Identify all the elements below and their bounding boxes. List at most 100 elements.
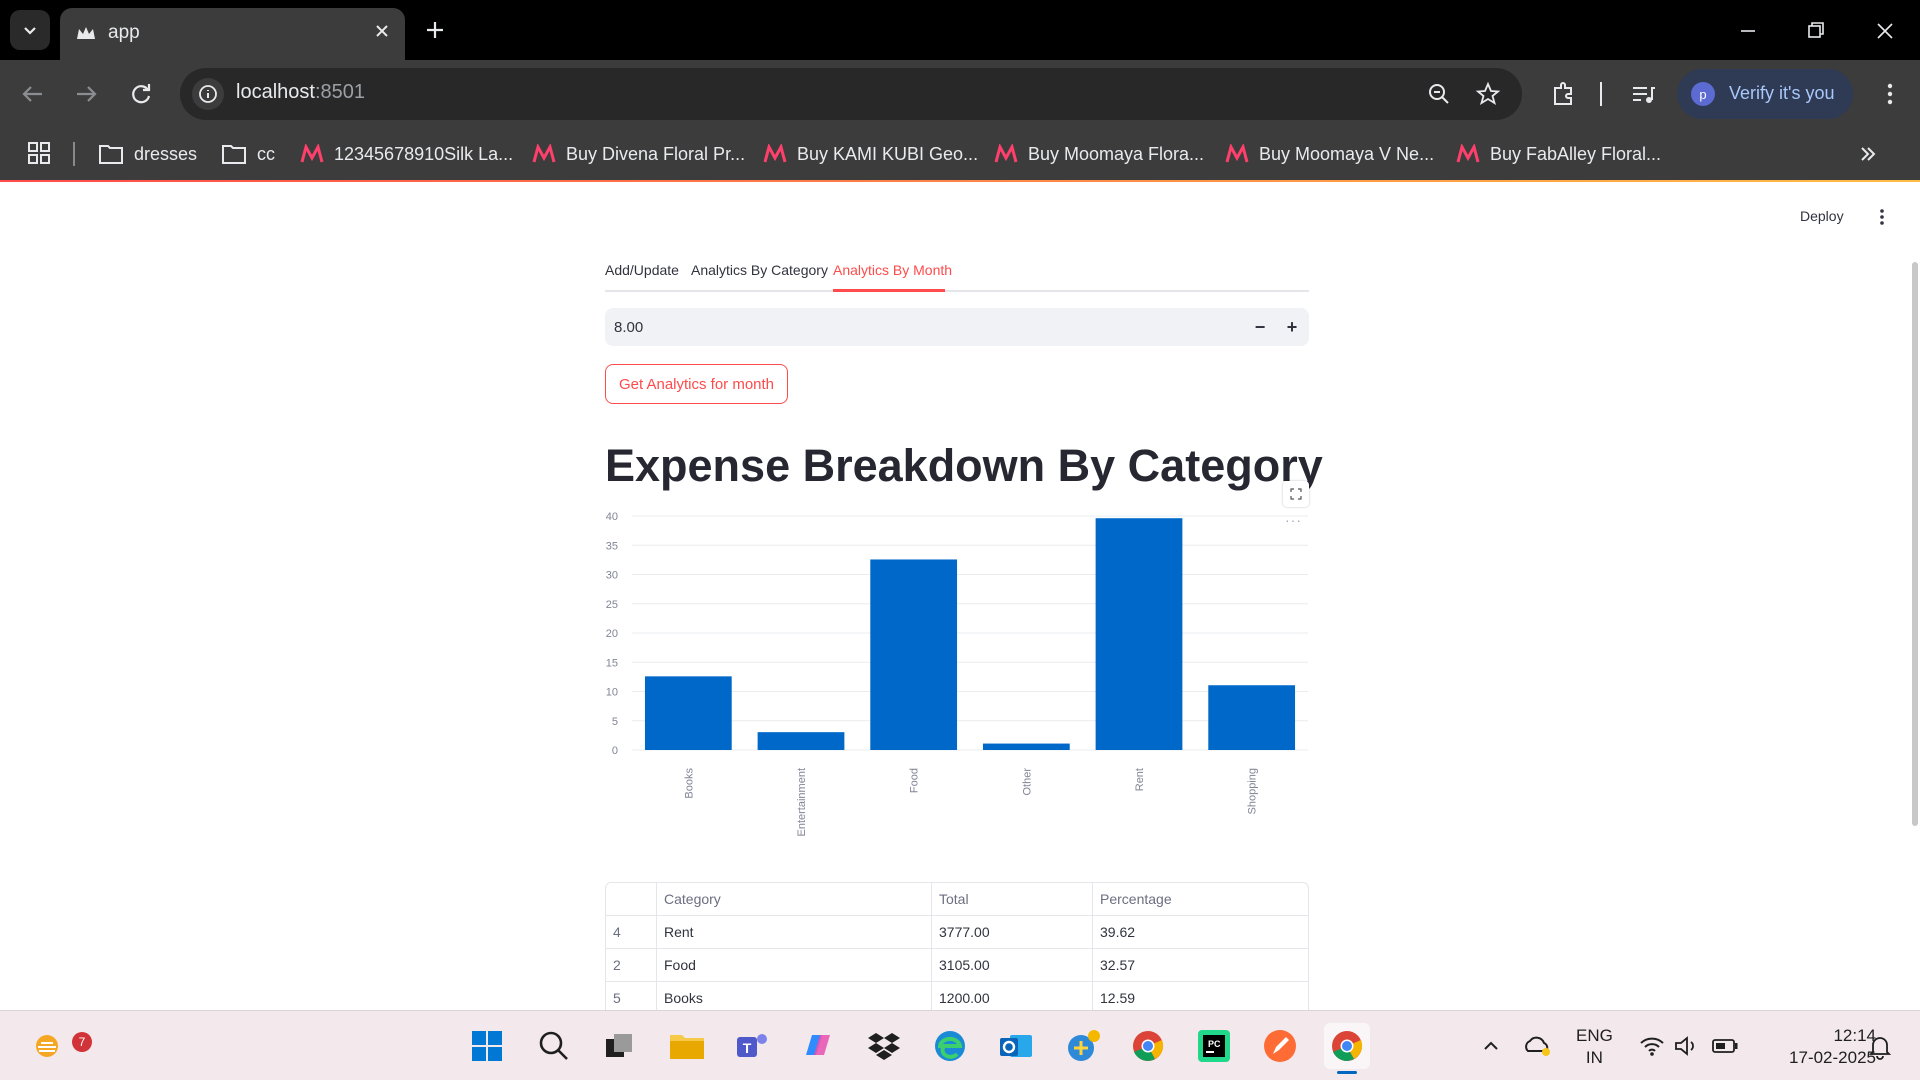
file-explorer-button[interactable] xyxy=(664,1023,710,1069)
bookmark-item[interactable]: Buy KAMI KUBI Geo... xyxy=(763,140,978,168)
bar-rent[interactable] xyxy=(1095,518,1183,750)
month-input-value[interactable]: 8.00 xyxy=(614,319,643,336)
reload-icon[interactable] xyxy=(124,77,158,111)
svg-text:PC: PC xyxy=(1208,1039,1221,1049)
table-header-category[interactable]: Category xyxy=(657,883,932,916)
tab-analytics-by-category[interactable]: Analytics By Category xyxy=(691,262,828,278)
window-close-icon[interactable] xyxy=(1868,14,1902,48)
bookmark-item[interactable]: 12345678910Silk La... xyxy=(300,140,513,168)
table-cell-index[interactable]: 2 xyxy=(606,949,657,982)
bar-shopping[interactable] xyxy=(1208,685,1296,750)
page-title: Expense Breakdown By Category xyxy=(605,440,1323,491)
bar-other[interactable] xyxy=(982,743,1070,750)
minimize-icon[interactable] xyxy=(1731,14,1765,48)
pen-icon xyxy=(1264,1030,1296,1062)
notifications-icon[interactable] xyxy=(1866,1033,1894,1061)
bookmark-star-icon[interactable] xyxy=(1474,80,1502,108)
app-menu-icon[interactable] xyxy=(1872,206,1892,228)
tab-analytics-by-month[interactable]: Analytics By Month xyxy=(833,262,952,278)
wifi-icon[interactable] xyxy=(1638,1033,1666,1059)
drawing-app-button[interactable] xyxy=(1257,1023,1303,1069)
bookmark-label: Buy Moomaya Flora... xyxy=(1028,143,1205,164)
chrome-button[interactable] xyxy=(1125,1023,1171,1069)
language-indicator[interactable]: ENG IN xyxy=(1576,1025,1613,1069)
extensions-icon[interactable] xyxy=(1547,78,1579,110)
edge-button[interactable] xyxy=(927,1023,973,1069)
teams-button[interactable]: T xyxy=(729,1023,775,1069)
table-cell-index[interactable]: 4 xyxy=(606,916,657,949)
table-cell-category[interactable]: Food xyxy=(657,949,932,982)
outlook-button[interactable] xyxy=(993,1023,1039,1069)
tab-add-update[interactable]: Add/Update xyxy=(605,262,679,278)
fullscreen-icon xyxy=(1290,488,1302,500)
chrome-icon xyxy=(1332,1031,1363,1061)
table-cell-total[interactable]: 3777.00 xyxy=(932,916,1093,949)
restore-icon[interactable] xyxy=(1799,14,1833,48)
back-icon[interactable] xyxy=(16,77,50,111)
bookmark-item[interactable]: Buy Moomaya Flora... xyxy=(994,140,1204,168)
tab-search-button[interactable] xyxy=(10,10,50,50)
table-cell-percentage[interactable]: 32.57 xyxy=(1093,949,1308,982)
deploy-button[interactable]: Deploy xyxy=(1800,208,1844,224)
bookmark-item[interactable]: Buy FabAlley Floral... xyxy=(1456,140,1661,168)
pycharm-button[interactable]: PC xyxy=(1191,1023,1237,1069)
chart-more-icon[interactable]: ··· xyxy=(1285,512,1302,528)
bookmark-label: cc xyxy=(257,143,275,164)
copilot-button[interactable] xyxy=(795,1023,841,1069)
python-app-button[interactable] xyxy=(1060,1023,1106,1069)
bar-food[interactable] xyxy=(870,559,958,750)
zoom-icon[interactable] xyxy=(1426,81,1452,107)
bookmark-label: dresses xyxy=(134,143,198,164)
fullscreen-button[interactable] xyxy=(1283,481,1309,507)
increment-button[interactable]: + xyxy=(1277,312,1307,342)
y-tick-label: 20 xyxy=(606,628,618,640)
forward-icon[interactable] xyxy=(69,77,103,111)
page-scrollbar[interactable] xyxy=(1912,262,1918,826)
volume-icon[interactable] xyxy=(1672,1033,1700,1059)
address-bar[interactable]: localhost:8501 xyxy=(180,68,1522,120)
table-header-total[interactable]: Total xyxy=(932,883,1093,916)
system-clock[interactable]: 12:14 17-02-2025 xyxy=(1760,1025,1876,1069)
bookmark-item[interactable]: cc xyxy=(221,140,275,168)
battery-icon[interactable] xyxy=(1710,1033,1740,1059)
media-controls-icon[interactable] xyxy=(1627,78,1659,110)
x-tick-label: Books xyxy=(683,768,695,799)
onedrive-icon[interactable] xyxy=(1522,1031,1552,1059)
edge-icon xyxy=(935,1031,965,1061)
new-tab-icon[interactable] xyxy=(420,15,450,45)
y-tick-label: 0 xyxy=(612,745,618,757)
search-button[interactable] xyxy=(531,1023,577,1069)
active-tab-indicator xyxy=(833,289,945,292)
url-text: localhost:8501 xyxy=(236,81,365,103)
bookmark-item[interactable]: Buy Moomaya V Ne... xyxy=(1225,140,1434,168)
task-view-button[interactable] xyxy=(596,1023,642,1069)
close-icon[interactable] xyxy=(371,20,393,42)
browser-menu-icon[interactable] xyxy=(1874,78,1906,110)
bookmark-item[interactable]: Buy Divena Floral Pr... xyxy=(532,140,745,168)
table-cell-total[interactable]: 3105.00 xyxy=(932,949,1093,982)
verify-profile-button[interactable]: p Verify it's you xyxy=(1677,69,1853,119)
get-analytics-button[interactable]: Get Analytics for month xyxy=(605,364,788,404)
chrome-active-button[interactable] xyxy=(1324,1023,1370,1069)
x-tick-label: Food xyxy=(909,768,921,793)
browser-tab[interactable]: app xyxy=(60,8,405,60)
table-header-index[interactable] xyxy=(606,883,657,916)
browser-tab-bar: app xyxy=(0,0,1920,60)
start-button[interactable] xyxy=(464,1023,510,1069)
bookmark-item[interactable]: dresses xyxy=(98,140,197,168)
site-info-icon[interactable] xyxy=(192,78,224,110)
task-view-icon xyxy=(606,1034,632,1057)
browser-toolbar: localhost:8501 p Verify it's you xyxy=(0,60,1920,128)
chevron-up-icon[interactable] xyxy=(1480,1035,1502,1057)
table-header-percentage[interactable]: Percentage xyxy=(1093,883,1308,916)
table-cell-category[interactable]: Rent xyxy=(657,916,932,949)
month-number-input[interactable]: 8.00 − + xyxy=(605,308,1309,346)
weather-widget[interactable]: 7 xyxy=(24,1023,92,1069)
bar-books[interactable] xyxy=(644,676,732,750)
decrement-button[interactable]: − xyxy=(1245,312,1275,342)
table-cell-percentage[interactable]: 39.62 xyxy=(1093,916,1308,949)
apps-grid-icon[interactable] xyxy=(26,140,52,166)
chevron-double-right-icon[interactable] xyxy=(1855,141,1881,167)
dropbox-button[interactable] xyxy=(861,1023,907,1069)
bar-entertainment[interactable] xyxy=(757,732,845,750)
